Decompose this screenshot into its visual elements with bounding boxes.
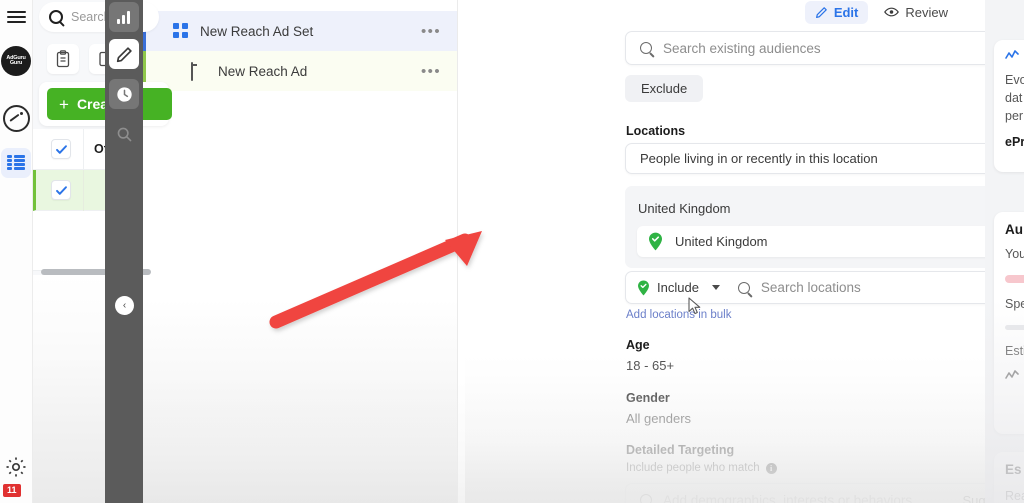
tab-edit[interactable]: Edit xyxy=(804,0,869,24)
estimates-card-title: Es xyxy=(1005,462,1022,477)
adset-grid-icon xyxy=(173,23,189,39)
gender-label: Gender xyxy=(626,391,670,405)
include-dropdown[interactable]: Include xyxy=(637,280,720,296)
ad-window-icon xyxy=(191,62,207,81)
search-locations-placeholder[interactable]: Search locations xyxy=(761,280,861,295)
detailed-targeting-subtitle-text: Include people who match xyxy=(626,462,760,474)
location-type-value: People living in or recently in this loc… xyxy=(640,151,878,166)
ad-set-form: Edit Review Search existing audiences Ex… xyxy=(465,0,1024,503)
insights-side-panel: Evo dat per ePr Au You Spe Esti Es Rea xyxy=(985,0,1024,503)
detailed-targeting-input[interactable]: Add demographics, interests or behaviors… xyxy=(625,483,1024,503)
form-fade-overlay xyxy=(465,355,985,503)
search-icon xyxy=(640,42,652,54)
hamburger-icon[interactable] xyxy=(0,6,32,28)
detailed-targeting-label: Detailed Targeting xyxy=(626,443,735,457)
sparkline-icon xyxy=(1005,370,1019,379)
exclude-button[interactable]: Exclude xyxy=(625,75,704,102)
insight-card-bold: ePr xyxy=(1005,135,1024,149)
map-pin-check-icon xyxy=(637,280,650,296)
audience-card: Au You Spe Esti xyxy=(994,212,1024,434)
eye-icon xyxy=(884,7,900,17)
estimates-card: Es Rea xyxy=(994,452,1024,503)
audience-card-line: You xyxy=(1005,247,1024,261)
sparkline-icon xyxy=(1005,50,1019,59)
sidebar-item-label: New Reach Ad Set xyxy=(200,23,314,39)
audience-card-line: Esti xyxy=(1005,344,1024,358)
search-icon xyxy=(737,281,750,294)
include-dropdown-label: Include xyxy=(657,280,699,295)
floating-toolstrip: ‹ xyxy=(105,0,143,503)
brand-logo-line2: Guru xyxy=(9,60,23,66)
gauge-icon[interactable] xyxy=(0,102,32,134)
row-menu-icon[interactable]: ••• xyxy=(421,64,441,79)
sidebar-item-label: New Reach Ad xyxy=(218,63,308,79)
search-audiences-input[interactable]: Search existing audiences xyxy=(625,31,1024,65)
gender-value[interactable]: All genders xyxy=(626,411,691,426)
tab-edit-label: Edit xyxy=(833,4,859,20)
create-card: + Create xyxy=(39,82,172,126)
audience-card-line: Spe xyxy=(1005,297,1024,311)
add-locations-in-bulk-link[interactable]: Add locations in bulk xyxy=(626,309,731,321)
audience-meter-secondary xyxy=(1005,325,1024,330)
edit-review-tabs: Edit Review xyxy=(804,0,958,24)
location-type-select[interactable]: People living in or recently in this loc… xyxy=(625,143,1024,174)
location-chip-united-kingdom[interactable]: United Kingdom xyxy=(637,226,1024,257)
insight-card-line: dat xyxy=(1005,91,1023,105)
age-label: Age xyxy=(626,338,650,352)
detailed-targeting-placeholder: Add demographics, interests or behaviors xyxy=(663,492,913,503)
gear-icon[interactable] xyxy=(0,452,32,482)
clock-icon[interactable] xyxy=(109,79,139,109)
insight-card-line: per xyxy=(1005,109,1024,123)
row-checkbox[interactable] xyxy=(51,139,71,159)
location-group-title: United Kingdom xyxy=(638,201,731,216)
age-value[interactable]: 18 - 65+ xyxy=(626,358,674,373)
map-pin-check-icon xyxy=(648,232,663,251)
pencil-icon[interactable] xyxy=(109,39,139,69)
include-location-search-row: Include Search locations Browse xyxy=(625,271,1024,304)
clipboard-icon[interactable] xyxy=(47,44,79,74)
annotation-arrow xyxy=(269,231,482,329)
row-checkbox[interactable] xyxy=(51,180,71,200)
search-audiences-placeholder: Search existing audiences xyxy=(663,40,821,56)
table-grid-icon[interactable] xyxy=(0,146,32,180)
row-menu-icon[interactable]: ••• xyxy=(421,24,441,39)
screenshot-root: AdGuru Guru 11 Off Search + Create New R… xyxy=(0,0,1024,503)
app-rail: AdGuru Guru 11 xyxy=(0,0,32,503)
bar-chart-icon[interactable] xyxy=(109,2,139,32)
insight-card: Evo dat per ePr xyxy=(994,40,1024,172)
notification-badge[interactable]: 11 xyxy=(3,484,21,497)
tab-review[interactable]: Review xyxy=(874,1,958,24)
tab-review-label: Review xyxy=(905,4,948,20)
location-chip-label: United Kingdom xyxy=(675,234,768,249)
insight-card-line: Evo xyxy=(1005,73,1024,87)
detailed-targeting-subtitle: Include people who match i xyxy=(626,462,777,474)
campaign-nav-list: New Reach Ad Set ••• New Reach Ad ••• xyxy=(143,0,457,96)
locations-label: Locations xyxy=(626,124,686,138)
pencil-icon xyxy=(815,6,827,18)
chevron-down-icon xyxy=(711,285,720,290)
search-icon xyxy=(49,10,63,24)
sidebar-item-ad[interactable]: New Reach Ad ••• xyxy=(143,51,457,91)
row-divider xyxy=(83,169,84,211)
arrow-cursor xyxy=(688,297,701,315)
info-icon[interactable]: i xyxy=(765,462,777,474)
audience-meter xyxy=(1005,275,1024,283)
search-icon xyxy=(640,494,652,503)
estimates-card-line: Rea xyxy=(1005,489,1024,503)
magnifier-icon[interactable] xyxy=(109,119,139,149)
audience-card-title: Au xyxy=(1005,222,1023,237)
collapse-toolstrip-button[interactable]: ‹ xyxy=(115,296,134,315)
selected-locations-list: United Kingdom United Kingdom xyxy=(625,186,1024,268)
brand-logo-icon[interactable]: AdGuru Guru xyxy=(0,44,32,78)
sidebar-item-ad-set[interactable]: New Reach Ad Set ••• xyxy=(143,11,457,51)
plus-icon: + xyxy=(59,94,69,114)
